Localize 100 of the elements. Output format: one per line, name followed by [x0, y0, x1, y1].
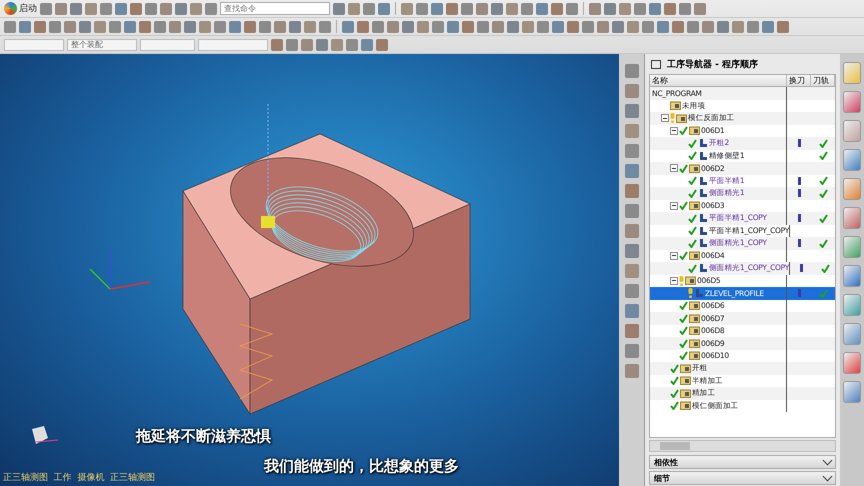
toolbar-icon[interactable] — [49, 20, 61, 32]
toolbar-icon[interactable] — [777, 20, 789, 32]
toolbar-icon[interactable] — [319, 20, 331, 32]
toolbar-icon[interactable] — [589, 2, 601, 14]
toolbar-icon[interactable] — [139, 20, 151, 32]
toolbar-icon[interactable] — [447, 20, 459, 32]
toolbar-icon[interactable] — [259, 20, 271, 32]
toolbar-icon[interactable] — [694, 2, 706, 14]
toolbar-icon[interactable] — [536, 2, 548, 14]
toolbar-icon[interactable] — [679, 2, 691, 14]
toolbar-icon[interactable] — [417, 20, 429, 32]
toolbar-icon[interactable] — [286, 38, 298, 50]
toolbar-icon[interactable] — [624, 64, 639, 78]
toolbar-icon[interactable] — [507, 20, 519, 32]
toolbar-icon[interactable] — [109, 20, 121, 32]
resource-bar-icon[interactable] — [843, 91, 862, 113]
expander-icon[interactable] — [661, 114, 670, 122]
toolbar-icon[interactable] — [271, 38, 283, 50]
toolbar-icon[interactable] — [624, 304, 639, 318]
expander-icon[interactable] — [670, 202, 678, 210]
toolbar-icon[interactable] — [657, 20, 669, 32]
toolbar-icon[interactable] — [624, 144, 639, 158]
toolbar-icon[interactable] — [649, 2, 661, 14]
resource-bar-icon[interactable] — [843, 178, 862, 200]
toolbar-icon[interactable] — [372, 20, 384, 32]
toolbar-icon[interactable] — [672, 20, 684, 32]
toolbar-icon[interactable] — [154, 20, 166, 32]
toolbar-icon[interactable] — [664, 2, 676, 14]
toolbar-icon[interactable] — [190, 2, 202, 14]
toolbar-icon[interactable] — [624, 84, 639, 98]
toolbar-icon[interactable] — [522, 20, 534, 32]
expander-icon[interactable] — [670, 126, 678, 135]
toolbar-icon[interactable] — [19, 20, 31, 32]
toolbar-icon[interactable] — [537, 20, 549, 32]
toolbar-icon[interactable] — [304, 20, 316, 32]
toolbar-icon[interactable] — [634, 2, 646, 14]
toolbar-icon[interactable] — [70, 2, 82, 14]
toolbar-icon[interactable] — [491, 2, 503, 14]
toolbar-icon[interactable] — [40, 2, 52, 14]
toolbar-icon[interactable] — [94, 20, 106, 32]
toolbar-icon[interactable] — [55, 2, 67, 14]
filter-dropdown[interactable] — [4, 38, 64, 50]
toolbar-icon[interactable] — [624, 224, 639, 238]
toolbar-icon[interactable] — [342, 20, 354, 32]
toolbar-icon[interactable] — [624, 284, 639, 298]
toolbar-icon[interactable] — [477, 20, 489, 32]
resource-bar-icon[interactable] — [843, 236, 862, 258]
toolbar-icon[interactable] — [624, 244, 639, 258]
resource-bar-icon[interactable] — [843, 120, 862, 142]
toolbar-icon[interactable] — [762, 20, 774, 32]
toolbar-icon[interactable] — [597, 20, 609, 32]
resource-bar-icon[interactable] — [843, 265, 862, 287]
toolbar-icon[interactable] — [624, 164, 639, 178]
toolbar-icon[interactable] — [316, 38, 328, 50]
3d-viewport[interactable]: 拖延将不断滋养恐惧 我们能做到的，比想象的更多 正三轴测图 工作 摄像机 正三轴测图 — [0, 54, 620, 486]
search-field[interactable]: 查找命令 — [220, 2, 330, 15]
column-header[interactable]: 换刀 — [787, 75, 812, 86]
filter-dropdown[interactable] — [198, 38, 268, 50]
toolbar-icon[interactable] — [145, 2, 157, 14]
toolbar-icon[interactable] — [160, 2, 172, 14]
toolbar-icon[interactable] — [627, 20, 639, 32]
toolbar-icon[interactable] — [64, 20, 76, 32]
toolbar-icon[interactable] — [85, 2, 97, 14]
expander-icon[interactable] — [670, 252, 678, 260]
horizontal-scrollbar[interactable] — [649, 440, 836, 452]
toolbar-icon[interactable] — [446, 2, 458, 14]
toolbar-icon[interactable] — [333, 2, 345, 14]
toolbar-icon[interactable] — [492, 20, 504, 32]
toolbar-icon[interactable] — [346, 38, 358, 50]
resource-bar-icon[interactable] — [843, 352, 862, 374]
toolbar-icon[interactable] — [402, 20, 414, 32]
toolbar-icon[interactable] — [361, 38, 373, 50]
toolbar-icon[interactable] — [4, 20, 16, 32]
toolbar-icon[interactable] — [552, 20, 564, 32]
toolbar-icon[interactable] — [331, 38, 343, 50]
toolbar-icon[interactable] — [604, 2, 616, 14]
expander-icon[interactable] — [670, 276, 678, 285]
resource-bar-icon[interactable] — [843, 381, 862, 403]
toolbar-icon[interactable] — [624, 324, 639, 338]
toolbar-icon[interactable] — [582, 20, 594, 32]
resource-bar-icon[interactable] — [843, 149, 862, 171]
toolbar-icon[interactable] — [476, 2, 488, 14]
toolbar-icon[interactable] — [348, 2, 360, 14]
column-header[interactable]: 名称 — [650, 75, 788, 86]
toolbar-icon[interactable] — [244, 20, 256, 32]
toolbar-icon[interactable] — [431, 2, 443, 14]
collapsible-panel[interactable]: 细节 — [649, 471, 836, 485]
toolbar-icon[interactable] — [130, 2, 142, 14]
filter-dropdown[interactable] — [140, 38, 195, 50]
toolbar-icon[interactable] — [624, 344, 639, 358]
toolbar-icon[interactable] — [199, 20, 211, 32]
resource-bar-icon[interactable] — [843, 294, 862, 316]
toolbar-icon[interactable] — [205, 2, 217, 14]
toolbar-icon[interactable] — [624, 124, 639, 138]
toolbar-icon[interactable] — [566, 2, 578, 14]
toolbar-icon[interactable] — [702, 20, 714, 32]
toolbar-icon[interactable] — [387, 20, 399, 32]
toolbar-icon[interactable] — [34, 20, 46, 32]
toolbar-icon[interactable] — [612, 20, 624, 32]
toolbar-icon[interactable] — [357, 20, 369, 32]
